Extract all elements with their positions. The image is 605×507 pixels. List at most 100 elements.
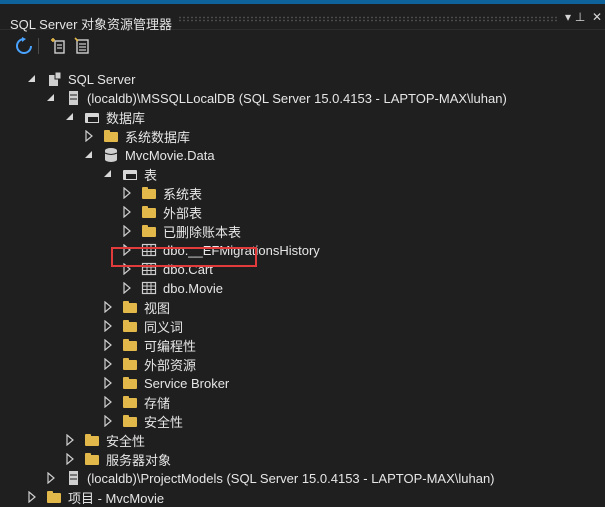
active-tab-indicator: [0, 0, 605, 4]
folder-icon: [141, 185, 157, 201]
server-icon: [69, 91, 78, 105]
collapse-arrow-icon[interactable]: [83, 130, 95, 142]
node-label: 外部表: [163, 205, 203, 221]
collapse-arrow-icon[interactable]: [121, 282, 133, 294]
expand-arrow-icon[interactable]: [45, 92, 57, 104]
tree-node-views[interactable]: 视图: [102, 297, 170, 317]
tree-node-server-projectmodels[interactable]: (localdb)\ProjectModels (SQL Server 15.0…: [45, 468, 495, 488]
tree-node-server-objects[interactable]: 服务器对象: [64, 449, 171, 469]
node-label: 安全性: [144, 414, 184, 430]
server-icon: [69, 471, 78, 485]
expand-arrow-icon[interactable]: [102, 168, 114, 180]
folder-icon: [141, 223, 157, 239]
tree-node-tables[interactable]: 表: [102, 164, 157, 184]
node-label: Service Broker: [144, 375, 230, 391]
collapse-arrow-icon[interactable]: [102, 377, 114, 389]
tree-node-mvcmovie-data[interactable]: MvcMovie.Data: [83, 145, 215, 165]
node-label: dbo.__EFMigrationsHistory: [163, 242, 320, 258]
collapse-arrow-icon[interactable]: [26, 491, 38, 503]
tree-node-system-databases[interactable]: 系统数据库: [83, 126, 190, 146]
node-label: 同义词: [144, 319, 184, 335]
node-label: dbo.Movie: [163, 280, 223, 296]
refresh-icon[interactable]: [14, 36, 34, 56]
collapse-arrow-icon[interactable]: [102, 358, 114, 370]
collapse-arrow-icon[interactable]: [121, 244, 133, 256]
tree-node-server-mssqllocaldb[interactable]: (localdb)\MSSQLLocalDB (SQL Server 15.0.…: [45, 88, 507, 108]
collapse-arrow-icon[interactable]: [102, 301, 114, 313]
node-label: dbo.Cart: [163, 261, 213, 277]
folder-icon: [122, 318, 138, 334]
node-label: MvcMovie.Data: [125, 147, 215, 163]
table-icon: [141, 243, 157, 257]
add-sql-server-icon[interactable]: [48, 36, 68, 56]
collapse-arrow-icon[interactable]: [45, 472, 57, 484]
tree-node-database-security[interactable]: 安全性: [102, 411, 183, 431]
collapse-arrow-icon[interactable]: [102, 320, 114, 332]
close-icon[interactable]: ✕: [592, 10, 602, 24]
collapse-arrow-icon[interactable]: [121, 206, 133, 218]
table-icon: [141, 281, 157, 295]
panel-titlebar: SQL Server 对象资源管理器 ▾ ⊥ ✕: [0, 0, 605, 32]
node-label: 已删除账本表: [163, 224, 242, 240]
table-icon: [141, 262, 157, 276]
collapse-arrow-icon[interactable]: [64, 453, 76, 465]
folder-open-icon: [84, 109, 100, 125]
node-label: 存储: [144, 395, 171, 411]
tree-node-system-tables[interactable]: 系统表: [121, 183, 202, 203]
collapse-arrow-icon[interactable]: [121, 225, 133, 237]
tree-node-server-security[interactable]: 安全性: [64, 430, 145, 450]
tree-node-external-tables[interactable]: 外部表: [121, 202, 202, 222]
tree-node-synonyms[interactable]: 同义词: [102, 316, 183, 336]
collapse-arrow-icon[interactable]: [102, 396, 114, 408]
folder-open-icon: [122, 166, 138, 182]
node-label: SQL Server: [68, 71, 136, 87]
node-label: 表: [144, 167, 158, 183]
node-label: 系统数据库: [125, 129, 191, 145]
node-label: (localdb)\MSSQLLocalDB (SQL Server 15.0.…: [87, 90, 507, 106]
sql-server-icon: [49, 71, 62, 86]
expand-arrow-icon[interactable]: [26, 73, 38, 85]
collapse-arrow-icon[interactable]: [121, 187, 133, 199]
folder-icon: [46, 489, 62, 505]
drag-grip[interactable]: [178, 16, 558, 22]
folder-icon: [122, 413, 138, 429]
collapse-arrow-icon[interactable]: [121, 263, 133, 275]
folder-icon: [84, 451, 100, 467]
tree-node-external-resources[interactable]: 外部资源: [102, 354, 196, 374]
folder-icon: [103, 128, 119, 144]
disconnect-icon[interactable]: [72, 36, 92, 56]
tree-node-table-cart[interactable]: dbo.Cart: [121, 259, 213, 279]
node-label: 数据库: [106, 110, 146, 126]
node-label: 项目 - MvcMovie: [68, 490, 165, 506]
node-label: 安全性: [106, 433, 146, 449]
tree-node-table-movie[interactable]: dbo.Movie: [121, 278, 223, 298]
node-label: 系统表: [163, 186, 203, 202]
folder-icon: [122, 375, 138, 391]
tree-node-service-broker[interactable]: Service Broker: [102, 373, 229, 393]
folder-icon: [122, 299, 138, 315]
folder-icon: [122, 337, 138, 353]
collapse-arrow-icon[interactable]: [102, 415, 114, 427]
toolbar-separator: [38, 38, 39, 54]
panel-toolbar: [0, 30, 605, 62]
expand-arrow-icon[interactable]: [83, 149, 95, 161]
tree-node-table-efmigrationshistory[interactable]: dbo.__EFMigrationsHistory: [121, 240, 320, 260]
tree-node-sql-server[interactable]: SQL Server: [26, 69, 135, 89]
tree-node-project-mvcmovie[interactable]: 项目 - MvcMovie: [26, 487, 164, 507]
folder-icon: [141, 204, 157, 220]
tree-node-databases[interactable]: 数据库: [64, 107, 145, 127]
node-label: 外部资源: [144, 357, 197, 373]
collapse-arrow-icon[interactable]: [102, 339, 114, 351]
node-label: 视图: [144, 300, 171, 316]
tree-node-dropped-ledger-tables[interactable]: 已删除账本表: [121, 221, 241, 241]
expand-arrow-icon[interactable]: [64, 111, 76, 123]
folder-icon: [84, 432, 100, 448]
folder-icon: [122, 356, 138, 372]
tree-node-programmability[interactable]: 可编程性: [102, 335, 196, 355]
node-label: (localdb)\ProjectModels (SQL Server 15.0…: [87, 470, 495, 486]
pin-icon[interactable]: ▾ ⊥: [565, 10, 585, 24]
sql-server-object-explorer-panel: SQL Server 对象资源管理器 ▾ ⊥ ✕ SQL Server (loc…: [0, 0, 605, 506]
collapse-arrow-icon[interactable]: [64, 434, 76, 446]
tree-node-storage[interactable]: 存储: [102, 392, 170, 412]
node-label: 服务器对象: [106, 452, 172, 468]
